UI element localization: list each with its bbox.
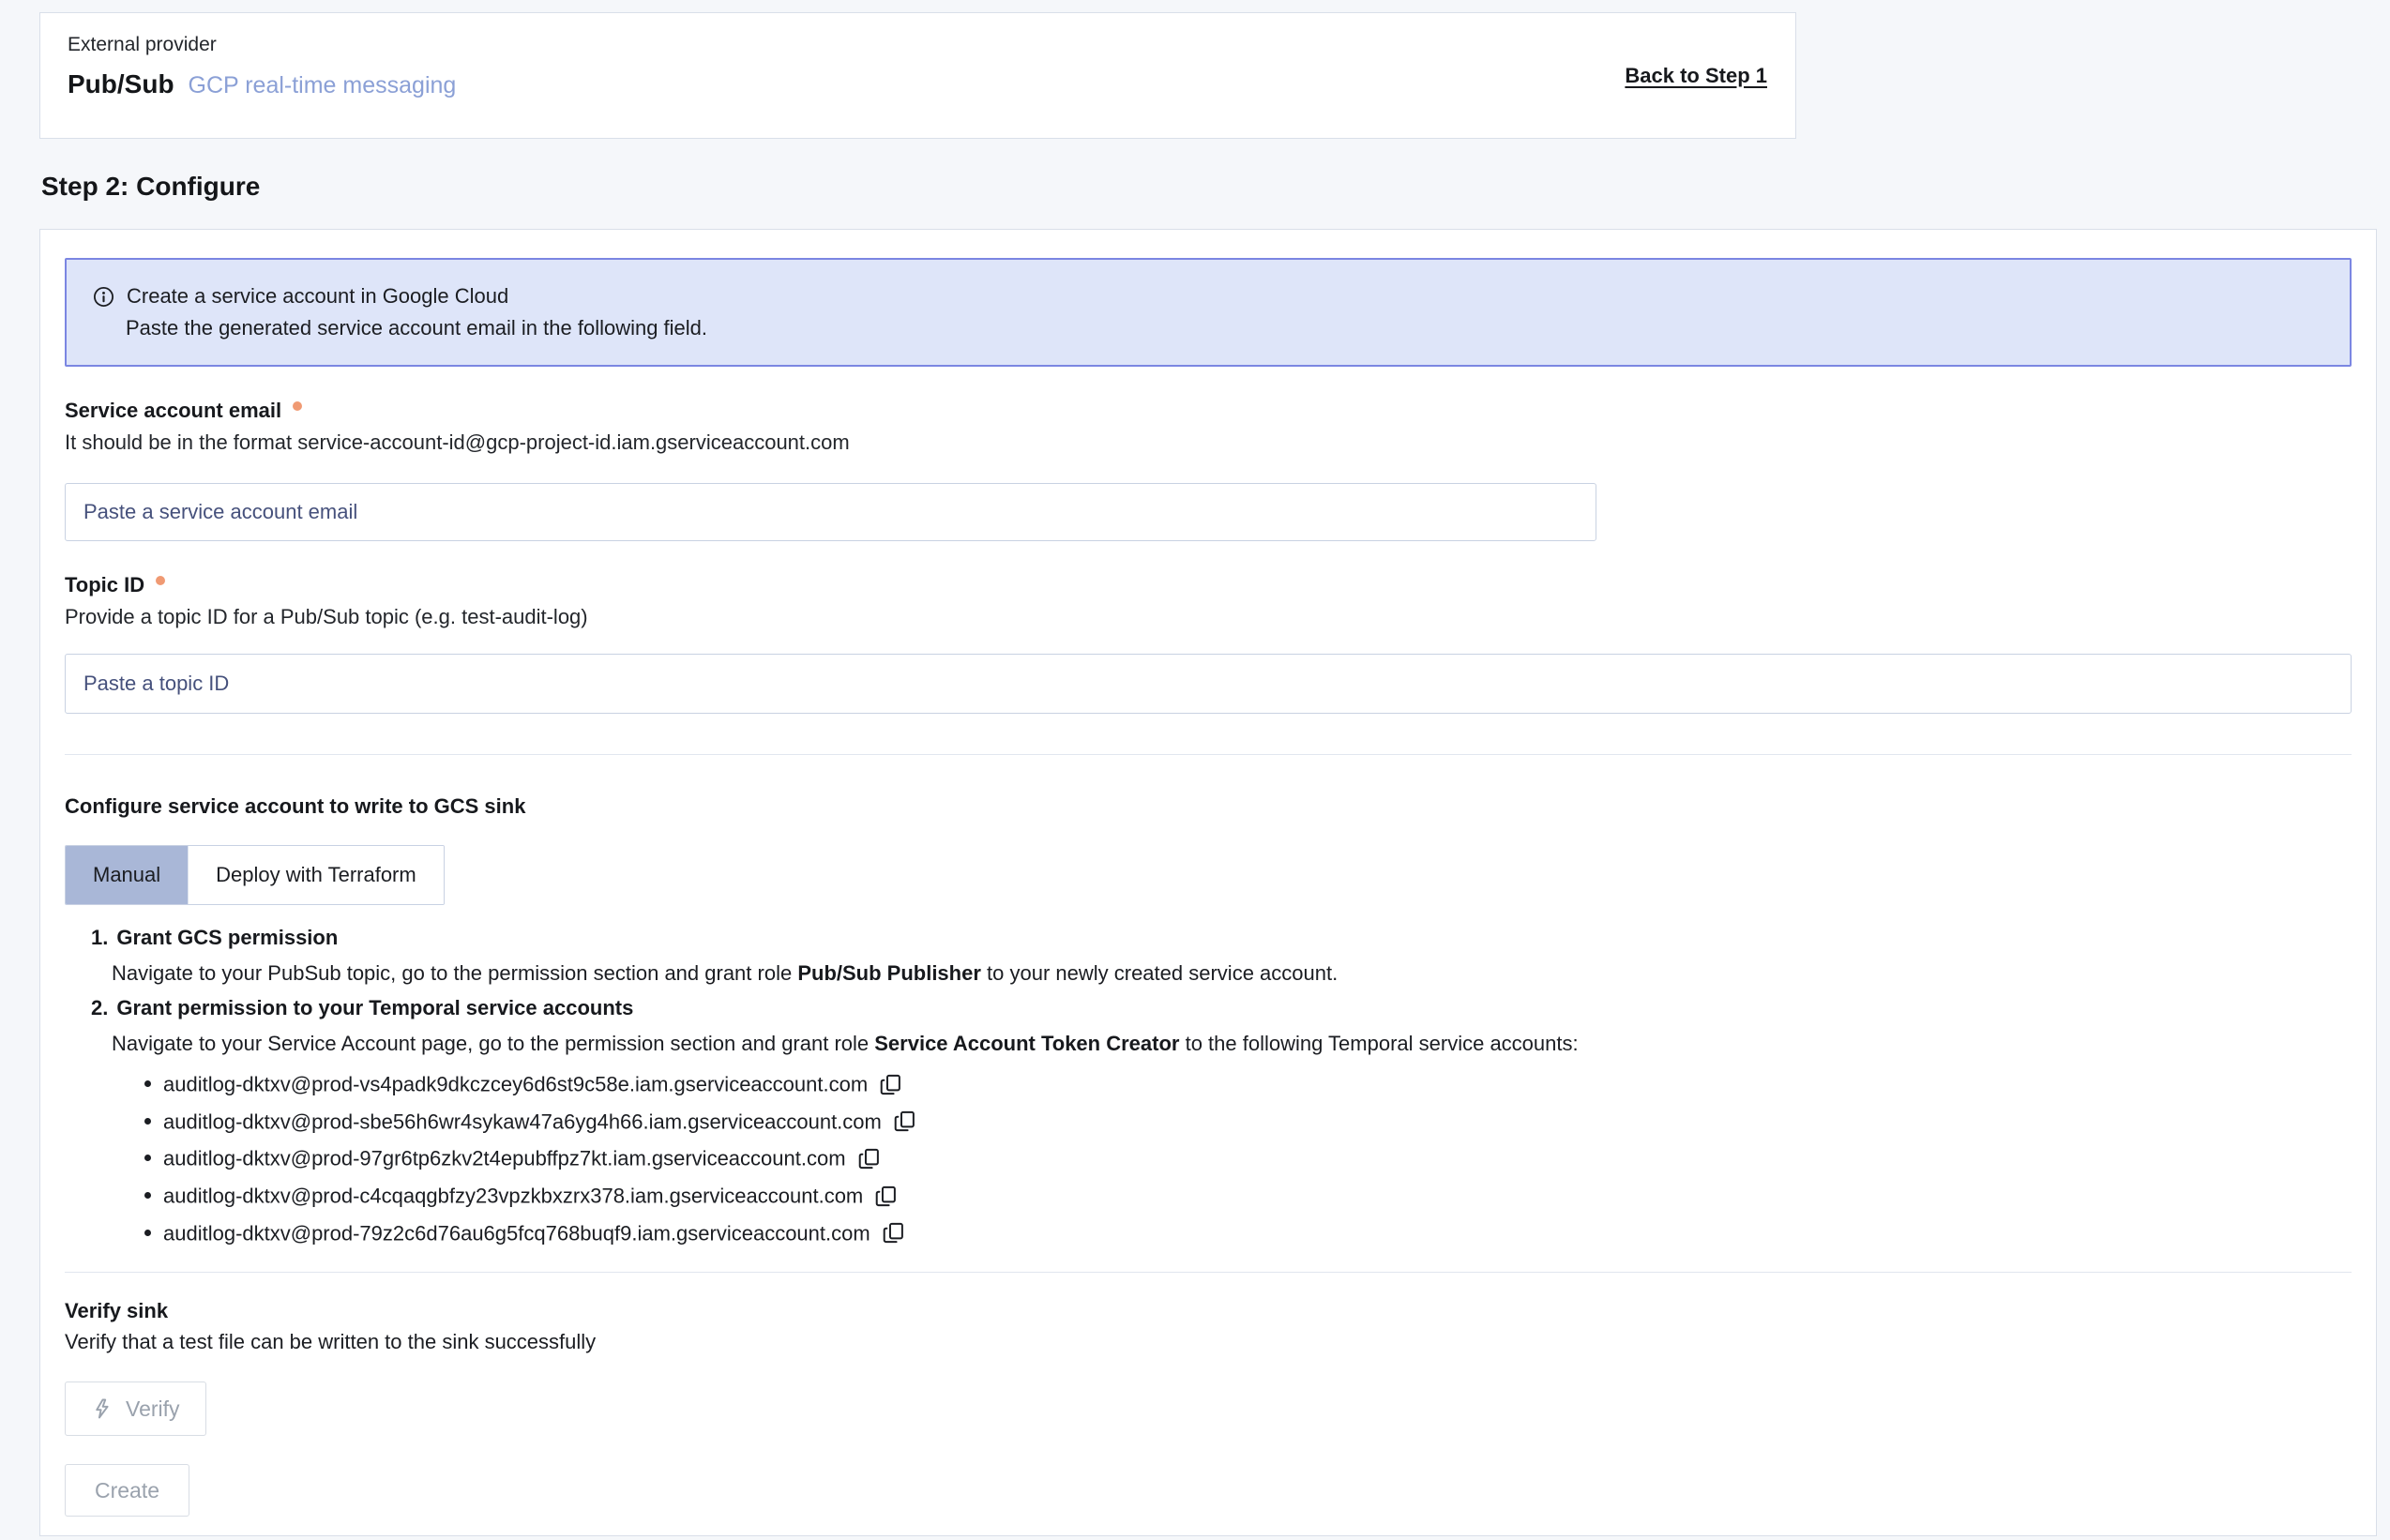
banner-body: Paste the generated service account emai… bbox=[126, 316, 2323, 340]
service-account-email-label: Service account email bbox=[65, 399, 2352, 423]
step-body: Navigate to your PubSub topic, go to the… bbox=[112, 961, 2352, 986]
service-account-email: auditlog-dktxv@prod-97gr6tp6zkv2t4epubff… bbox=[163, 1147, 846, 1170]
service-account-email: auditlog-dktxv@prod-79z2c6d76au6g5fcq768… bbox=[163, 1221, 870, 1245]
page-title: Step 2: Configure bbox=[41, 172, 260, 202]
copy-icon[interactable] bbox=[879, 1073, 902, 1096]
provider-summary-card: External provider Pub/Sub GCP real-time … bbox=[39, 12, 1796, 139]
list-item: auditlog-dktxv@prod-vs4padk9dkczcey6d6st… bbox=[163, 1070, 2352, 1097]
copy-icon[interactable] bbox=[893, 1110, 916, 1133]
copy-icon[interactable] bbox=[857, 1147, 881, 1170]
service-account-list: auditlog-dktxv@prod-vs4padk9dkczcey6d6st… bbox=[112, 1070, 2352, 1246]
service-account-email: auditlog-dktxv@prod-sbe56h6wr4sykaw47a6y… bbox=[163, 1110, 882, 1133]
tab-deploy-with-terraform[interactable]: Deploy with Terraform bbox=[188, 846, 444, 904]
provider-name: Pub/Sub bbox=[68, 69, 174, 99]
create-button[interactable]: Create bbox=[65, 1464, 189, 1517]
manual-instructions: 1. Grant GCS permission Navigate to your… bbox=[91, 926, 2352, 1246]
list-item: auditlog-dktxv@prod-sbe56h6wr4sykaw47a6y… bbox=[163, 1108, 2352, 1135]
copy-icon[interactable] bbox=[882, 1221, 905, 1245]
list-item: auditlog-dktxv@prod-c4cqaqgbfzy23vpzkbxz… bbox=[163, 1182, 2352, 1209]
lightning-bolt-icon bbox=[91, 1397, 113, 1420]
verify-button[interactable]: Verify bbox=[65, 1381, 206, 1436]
step-number: 1. bbox=[91, 926, 108, 950]
section-divider bbox=[65, 754, 2352, 755]
instruction-step: 1. Grant GCS permission Navigate to your… bbox=[91, 926, 2352, 986]
step-title: Grant permission to your Temporal servic… bbox=[116, 996, 633, 1020]
topic-id-help: Provide a topic ID for a Pub/Sub topic (… bbox=[65, 605, 2352, 629]
configure-section-label: Configure service account to write to GC… bbox=[65, 794, 2352, 819]
step-number: 2. bbox=[91, 996, 108, 1020]
back-to-step-1-link[interactable]: Back to Step 1 bbox=[1625, 64, 1767, 88]
list-item: auditlog-dktxv@prod-79z2c6d76au6g5fcq768… bbox=[163, 1219, 2352, 1246]
configure-card: Create a service account in Google Cloud… bbox=[39, 229, 2377, 1536]
service-account-email-help: It should be in the format service-accou… bbox=[65, 430, 2352, 455]
tab-manual[interactable]: Manual bbox=[66, 846, 188, 904]
topic-id-label: Topic ID bbox=[65, 573, 2352, 597]
info-icon bbox=[93, 286, 114, 308]
required-indicator bbox=[156, 576, 165, 585]
service-account-email: auditlog-dktxv@prod-vs4padk9dkczcey6d6st… bbox=[163, 1073, 868, 1096]
verify-sink-label: Verify sink bbox=[65, 1299, 2352, 1323]
topic-id-input[interactable] bbox=[65, 654, 2352, 714]
verify-sink-description: Verify that a test file can be written t… bbox=[65, 1330, 2352, 1354]
provider-description: GCP real-time messaging bbox=[189, 72, 457, 99]
deploy-method-tabs: Manual Deploy with Terraform bbox=[65, 845, 445, 905]
step-body: Navigate to your Service Account page, g… bbox=[112, 1032, 2352, 1246]
banner-title: Create a service account in Google Cloud bbox=[127, 284, 508, 309]
required-indicator bbox=[293, 401, 302, 411]
copy-icon[interactable] bbox=[874, 1185, 898, 1208]
info-banner: Create a service account in Google Cloud… bbox=[65, 258, 2352, 367]
service-account-email: auditlog-dktxv@prod-c4cqaqgbfzy23vpzkbxz… bbox=[163, 1185, 863, 1208]
provider-info: External provider Pub/Sub GCP real-time … bbox=[40, 13, 456, 138]
list-item: auditlog-dktxv@prod-97gr6tp6zkv2t4epubff… bbox=[163, 1144, 2352, 1171]
provider-eyebrow: External provider bbox=[68, 34, 456, 56]
service-account-email-input[interactable] bbox=[65, 483, 1596, 541]
step-title: Grant GCS permission bbox=[116, 926, 338, 950]
section-divider bbox=[65, 1272, 2352, 1273]
instruction-step: 2. Grant permission to your Temporal ser… bbox=[91, 996, 2352, 1246]
